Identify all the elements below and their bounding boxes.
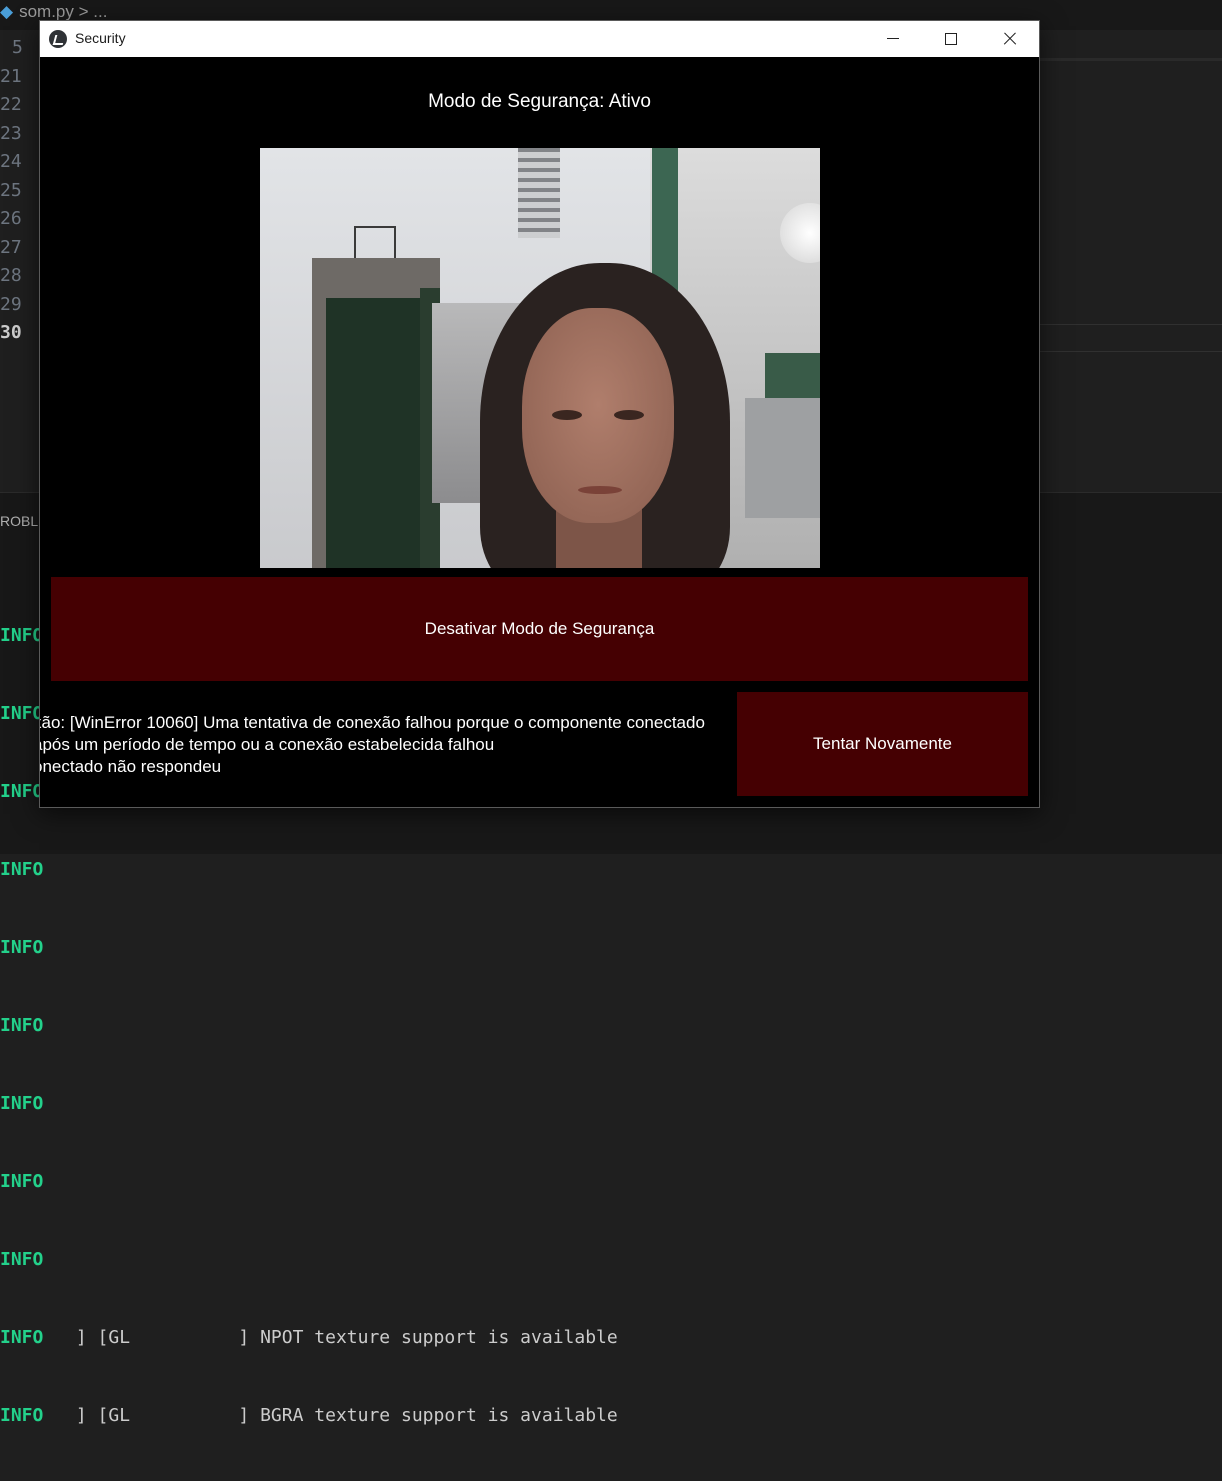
close-button[interactable] [980,21,1038,57]
line-number: 21 [0,65,22,87]
camera-feed [260,148,820,568]
camera-person-mouth [578,486,622,494]
log-level: INFO [0,1015,44,1036]
breadcrumb-separator: > ... [78,2,108,21]
log-line: INFO [0,1169,618,1195]
camera-person-eye [552,410,582,420]
line-number: 22 [0,94,22,115]
connection-error-message: xão: [WinError 10060] Uma tentativa de c… [39,712,738,792]
log-line: INFO [0,857,618,883]
log-level: INFO [0,1171,44,1192]
breadcrumb-file[interactable]: som.py [19,2,74,21]
minimize-button[interactable] [864,21,922,57]
log-level: INFO [0,1249,44,1270]
window-title: Security [75,30,126,46]
line-number: 27 [0,236,22,258]
line-number: 29 [0,293,22,315]
security-status-label: Modo de Segurança: Ativo [428,91,651,112]
line-number: 25 [0,179,22,201]
camera-door [326,298,422,568]
current-line-highlight [1039,324,1222,352]
panel-tab-problems[interactable]: ROBLI [0,513,42,529]
log-line: INFO [0,1013,618,1039]
line-number-gutter: 5 21 22 23 24 25 26 27 28 29 30 [0,34,23,348]
log-level: INFO [0,781,44,802]
log-line: INFO [0,1247,618,1273]
kivy-app-icon [49,30,67,48]
log-line: INFO ] [GL ] BGRA texture support is ava… [0,1403,618,1429]
line-number: 28 [0,265,22,286]
log-line: INFO [0,935,618,961]
line-number: 24 [0,151,22,172]
log-text: ] [GL ] NPOT texture support is availabl… [43,1327,618,1348]
camera-cabinet [745,398,820,518]
maximize-button[interactable] [922,21,980,57]
line-number: 23 [0,122,22,144]
breadcrumb[interactable]: ◆ som.py > ... [0,2,107,22]
log-level: INFO [0,937,44,958]
retry-button[interactable]: Tentar Novamente [737,692,1028,796]
python-file-icon: ◆ [0,2,14,21]
window-titlebar[interactable]: Security [40,21,1039,57]
line-number: 5 [12,37,23,58]
log-line: INFO ] [GL ] NPOT texture support is ava… [0,1325,618,1351]
log-level: INFO [0,1405,44,1426]
disable-security-button[interactable]: Desativar Modo de Segurança [51,577,1028,681]
log-level: INFO [0,859,44,880]
camera-vent-block [518,148,560,238]
camera-person-eye [614,410,644,420]
log-text: ] [GL ] BGRA texture support is availabl… [43,1405,618,1426]
error-line: xão: [WinError 10060] Uma tentativa de c… [39,713,705,732]
log-level: INFO [0,703,44,724]
error-line: onectado não respondeu [39,757,222,776]
camera-window [765,353,820,403]
line-number-active: 30 [0,322,22,343]
editor-tab-divider [1039,58,1222,61]
line-number: 26 [0,208,22,229]
error-line: após um período de tempo ou a conexão es… [39,735,495,754]
log-level: INFO [0,1327,44,1348]
app-content: Modo de Segurança: Ativo Desativar Modo … [40,57,1039,807]
security-app-window: Security Modo de Segurança: Ativo Desati… [39,20,1040,808]
log-level: INFO [0,625,44,646]
log-level: INFO [0,1093,44,1114]
log-line: INFO [0,1091,618,1117]
